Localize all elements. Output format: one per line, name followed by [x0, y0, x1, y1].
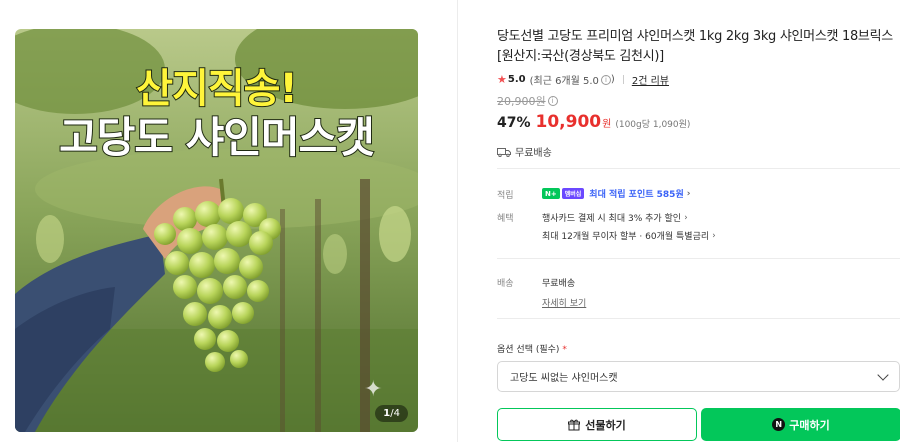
delivery-value: 무료배송	[542, 279, 576, 289]
section-divider	[497, 168, 900, 169]
shipping-summary-text: 무료배송	[515, 148, 552, 159]
sale-price: 10,900	[535, 112, 602, 132]
price-info-icon[interactable]: i	[547, 96, 558, 106]
rating-recent-close: )	[610, 74, 615, 85]
installment-link[interactable]: 최대 12개월 무이자 할부 · 60개월 특별금리 ›	[542, 229, 716, 243]
product-info-panel: 당도선별 고당도 프리미엄 샤인머스캣 1kg 2kg 3kg 샤인머스캣 18…	[497, 27, 900, 159]
unit-price: (100g당 1,090원)	[615, 120, 691, 130]
required-mark: *	[562, 345, 567, 355]
membership-badge: 멤버십	[561, 188, 585, 199]
discount-rate: 47%	[497, 115, 531, 131]
card-discount-link[interactable]: 행사카드 결제 시 최대 3% 추가 할인 ›	[542, 211, 688, 225]
gift-icon	[568, 419, 581, 430]
vertical-divider	[457, 0, 458, 442]
headline-product-name: 고당도 샤인머스캣	[58, 112, 376, 163]
original-price-row: 20,900원 i	[497, 93, 900, 109]
price-row: 47% 10,900 원 (100g당 1,090원)	[497, 112, 900, 132]
original-price: 20,900원	[497, 95, 546, 108]
option-select-dropdown[interactable]: 고당도 씨없는 샤인머스캣	[497, 361, 900, 392]
chevron-right-icon: ›	[686, 188, 691, 199]
star-icon: ★	[497, 73, 507, 86]
naver-pay-icon: N	[772, 418, 786, 431]
sparkle-icon: ✦	[364, 377, 383, 402]
rating-recent: (최근 6개월 5.0	[529, 76, 599, 87]
delivery-details-link[interactable]: 자세히 보기	[542, 296, 586, 309]
delivery-label: 배송	[497, 279, 514, 289]
buy-button-label: 구매하기	[789, 418, 830, 432]
points-label: 적립	[497, 191, 514, 201]
image-counter: 1/4	[375, 405, 408, 422]
product-title: 당도선별 고당도 프리미엄 샤인머스캣 1kg 2kg 3kg 샤인머스캣 18…	[497, 29, 893, 64]
image-counter-total: /4	[390, 408, 400, 419]
truck-icon	[497, 147, 511, 157]
option-selected-value: 고당도 씨없는 샤인머스캣	[510, 373, 618, 384]
product-image-gallery[interactable]: 산지직송! 고당도 샤인머스캣 ✦ 1/4	[15, 29, 418, 432]
sale-price-unit: 원	[602, 119, 612, 130]
card-discount-text: 행사카드 결제 시 최대 3% 추가 할인	[542, 214, 682, 224]
shipping-summary: 무료배송	[497, 144, 900, 159]
chevron-right-icon: ›	[684, 212, 688, 223]
benefit-label: 혜택	[497, 214, 514, 224]
gift-button-label: 선물하기	[585, 418, 626, 432]
buy-button[interactable]: N 구매하기	[701, 408, 900, 441]
naver-plus-badge: N+	[542, 188, 560, 199]
divider	[622, 75, 624, 84]
option-select-label: 옵션 선택 (필수) *	[497, 342, 567, 355]
info-icon[interactable]: i	[600, 74, 611, 85]
section-divider	[497, 258, 900, 259]
rating-row: ★ 5.0 (최근 6개월 5.0 i ) 2건 리뷰	[497, 72, 900, 87]
max-points-link[interactable]: N+ 멤버십 최대 적립 포인트 585원 ›	[542, 187, 690, 200]
chevron-down-icon	[877, 368, 889, 381]
chevron-right-icon: ›	[712, 230, 716, 241]
max-points-text: 최대 적립 포인트 585원	[589, 190, 684, 200]
option-select-label-text: 옵션 선택 (필수)	[497, 345, 560, 355]
installment-text: 최대 12개월 무이자 할부 · 60개월 특별금리	[542, 232, 710, 242]
section-divider	[497, 318, 900, 319]
review-count-link[interactable]: 2건 리뷰	[632, 72, 669, 87]
gift-button[interactable]: 선물하기	[497, 408, 697, 441]
rating-score: 5.0	[507, 74, 526, 85]
